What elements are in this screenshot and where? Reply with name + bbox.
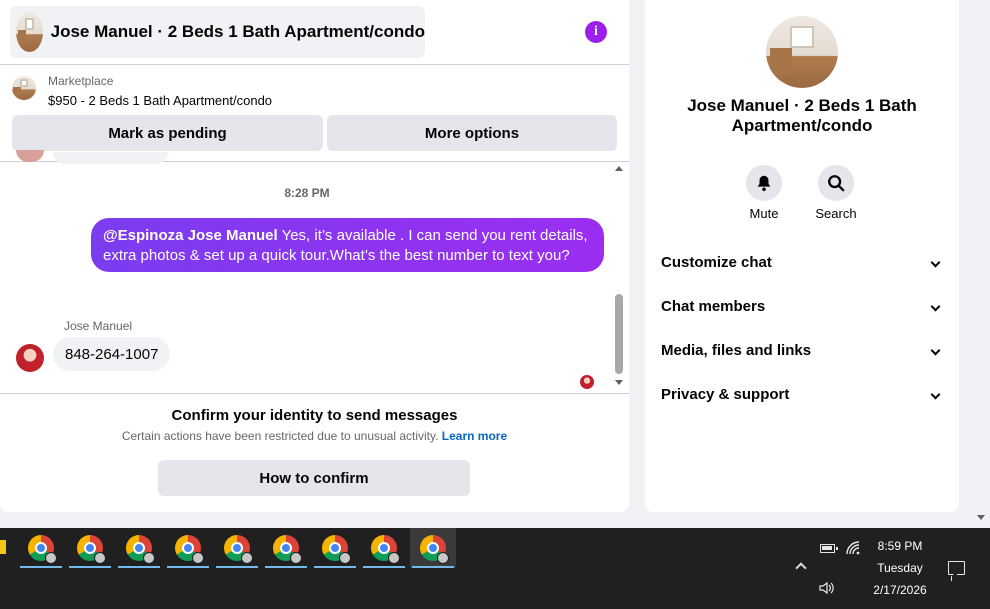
listing-thumbnail-small: [12, 76, 36, 100]
chrome-icon: [420, 535, 449, 564]
section-label: Privacy & support: [661, 385, 790, 403]
restriction-text: Certain actions have been restricted due…: [121, 429, 439, 443]
chat-title[interactable]: Jose Manuel · 2 Beds 1 Bath Apartment/co…: [51, 22, 425, 42]
section-label: Customize chat: [661, 253, 772, 271]
chrome-icon: [273, 535, 302, 564]
bell-icon[interactable]: [746, 165, 782, 201]
taskbar-app[interactable]: [263, 528, 309, 568]
mark-as-pending-button[interactable]: Mark as pending: [12, 115, 323, 151]
file-explorer-icon[interactable]: [0, 540, 6, 554]
chrome-icon: [322, 535, 351, 564]
section-media-files-links[interactable]: Media, files and links: [645, 330, 959, 370]
chevron-down-icon: [930, 301, 941, 312]
divider: [0, 393, 629, 394]
panel-title: Jose Manuel · 2 Beds 1 Bath Apartment/co…: [687, 96, 917, 135]
scroll-down-icon[interactable]: [615, 380, 623, 385]
clock-day[interactable]: Tuesday: [860, 561, 940, 575]
taskbar-app-active[interactable]: [410, 528, 456, 568]
outgoing-message[interactable]: @Espinoza Jose Manuel Yes, it’s availabl…: [91, 218, 604, 272]
chevron-down-icon: [930, 257, 941, 268]
taskbar-app[interactable]: [165, 528, 211, 568]
avatar[interactable]: [16, 344, 44, 372]
section-customize-chat[interactable]: Customize chat: [645, 242, 959, 282]
scroll-up-icon[interactable]: [615, 166, 623, 171]
section-privacy-support[interactable]: Privacy & support: [645, 374, 959, 414]
incoming-message[interactable]: 848-264-1007: [53, 337, 171, 371]
taskbar-app[interactable]: [361, 528, 407, 568]
message-timestamp: 8:28 PM: [284, 186, 330, 200]
mute-label: Mute: [749, 206, 779, 221]
chevron-down-icon: [930, 345, 941, 356]
chrome-icon: [126, 535, 155, 564]
wifi-icon[interactable]: [846, 541, 860, 558]
info-icon[interactable]: i: [585, 21, 607, 43]
chevron-down-icon: [930, 389, 941, 400]
message-bubble-partial: [53, 152, 168, 164]
clock-date[interactable]: 2/17/2026: [860, 583, 940, 597]
taskbar-app[interactable]: [67, 528, 113, 568]
battery-icon[interactable]: [820, 544, 838, 553]
chrome-icon: [371, 535, 400, 564]
marketplace-label: Marketplace: [48, 74, 114, 88]
section-label: Chat members: [661, 297, 766, 315]
scroll-thumb[interactable]: [615, 294, 623, 374]
taskbar-app[interactable]: [116, 528, 162, 568]
volume-icon[interactable]: [819, 581, 835, 598]
restriction-description: Certain actions have been restricted due…: [0, 429, 629, 443]
search-button[interactable]: Search: [811, 165, 861, 221]
taskbar: 8:59 PM Tuesday 2/17/2026: [0, 528, 990, 609]
listing-summary[interactable]: $950 - 2 Beds 1 Bath Apartment/condo: [48, 93, 272, 108]
divider: [0, 64, 629, 65]
taskbar-app[interactable]: [18, 528, 64, 568]
mute-button[interactable]: Mute: [739, 165, 789, 221]
section-label: Media, files and links: [661, 341, 812, 359]
chrome-icon: [175, 535, 204, 564]
clock-time[interactable]: 8:59 PM: [860, 539, 940, 553]
chevron-up-icon[interactable]: [795, 562, 807, 574]
taskbar-app[interactable]: [312, 528, 358, 568]
listing-photo[interactable]: [766, 16, 838, 88]
section-chat-members[interactable]: Chat members: [645, 286, 959, 326]
chrome-icon: [28, 535, 57, 564]
how-to-confirm-button[interactable]: How to confirm: [158, 460, 470, 496]
learn-more-link[interactable]: Learn more: [442, 429, 507, 443]
chrome-icon: [224, 535, 253, 564]
restriction-title: Confirm your identity to send messages: [171, 407, 458, 424]
chat-info-panel: Jose Manuel · 2 Beds 1 Bath Apartment/co…: [645, 0, 959, 512]
chat-scrollbar[interactable]: [612, 163, 626, 392]
seen-receipt-avatar: [580, 375, 594, 389]
search-label: Search: [815, 206, 857, 221]
page-scroll-down-icon[interactable]: [977, 515, 985, 520]
chat-panel: Jose Manuel · 2 Beds 1 Bath Apartment/co…: [0, 0, 629, 512]
chrome-icon: [77, 535, 106, 564]
sender-name: Jose Manuel: [64, 319, 133, 333]
notification-icon[interactable]: [948, 561, 965, 575]
taskbar-app[interactable]: [214, 528, 260, 568]
more-options-button[interactable]: More options: [327, 115, 617, 151]
mention[interactable]: @Espinoza Jose Manuel: [103, 227, 278, 244]
listing-thumbnail: [16, 12, 43, 52]
chat-header[interactable]: Jose Manuel · 2 Beds 1 Bath Apartment/co…: [10, 6, 425, 58]
search-icon[interactable]: [818, 165, 854, 201]
